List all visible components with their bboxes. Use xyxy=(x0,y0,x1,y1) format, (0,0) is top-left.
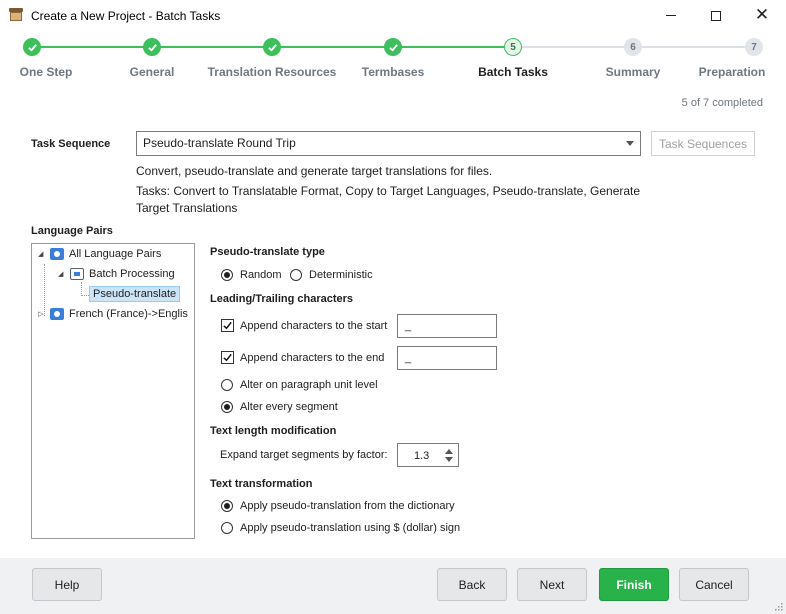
checkmark-icon xyxy=(223,321,232,330)
maximize-button[interactable] xyxy=(693,0,739,31)
tree-item-batch-processing[interactable]: ◢ Batch Processing xyxy=(58,265,175,283)
title-bar: Create a New Project - Batch Tasks ✕ xyxy=(0,0,786,32)
every-segment-radio[interactable] xyxy=(221,401,233,413)
tree-collapse-icon[interactable]: ◢ xyxy=(58,270,66,278)
language-pair-icon xyxy=(50,308,64,320)
close-icon: ✕ xyxy=(754,5,770,25)
expand-factor-stepper[interactable]: 1.3 xyxy=(397,443,459,467)
step-7-number: 7 xyxy=(745,38,763,56)
expand-factor-value[interactable]: 1.3 xyxy=(414,450,429,462)
progress-text: 5 of 7 completed xyxy=(681,97,763,109)
step-1-check-icon[interactable] xyxy=(23,38,41,56)
task-sequences-button[interactable]: Task Sequences xyxy=(651,131,755,156)
tree-connector xyxy=(81,295,89,296)
tree-item-french-english[interactable]: ▷ French (France)->Englis xyxy=(38,305,188,323)
append-end-input[interactable]: _ xyxy=(397,346,497,370)
step-label-termbases[interactable]: Termbases xyxy=(362,65,424,79)
step-label-batch-tasks: Batch Tasks xyxy=(478,65,548,79)
step-5-number: 5 xyxy=(504,38,522,56)
task-sequence-value: Pseudo-translate Round Trip xyxy=(143,136,296,150)
dollar-sign-radio[interactable] xyxy=(221,522,233,534)
task-sequence-label: Task Sequence xyxy=(31,138,111,150)
language-pairs-label: Language Pairs xyxy=(31,225,113,237)
language-pairs-tree: ◢ All Language Pairs ◢ Batch Processing … xyxy=(31,243,195,539)
paragraph-level-radio[interactable] xyxy=(221,379,233,391)
resize-grip-icon[interactable] xyxy=(773,601,783,611)
task-sequence-dropdown[interactable]: Pseudo-translate Round Trip xyxy=(136,131,641,156)
cancel-button[interactable]: Cancel xyxy=(679,568,749,601)
task-list-line-2: Target Translations xyxy=(136,201,238,215)
tree-item-all-language-pairs[interactable]: ◢ All Language Pairs xyxy=(38,245,161,263)
spin-up-icon[interactable] xyxy=(445,449,453,454)
dictionary-label[interactable]: Apply pseudo-translation from the dictio… xyxy=(240,500,455,512)
minimize-button[interactable] xyxy=(648,0,694,31)
deterministic-label[interactable]: Deterministic xyxy=(309,269,373,281)
close-button[interactable]: ✕ xyxy=(739,0,785,31)
step-6-number: 6 xyxy=(624,38,642,56)
finish-button[interactable]: Finish xyxy=(599,568,669,601)
step-label-one-step[interactable]: One Step xyxy=(20,65,73,79)
tree-collapse-icon[interactable]: ◢ xyxy=(38,250,46,258)
back-button[interactable]: Back xyxy=(437,568,507,601)
task-sequence-description: Convert, pseudo-translate and generate t… xyxy=(136,164,493,178)
spin-down-icon[interactable] xyxy=(445,457,453,462)
leading-trailing-heading: Leading/Trailing characters xyxy=(210,293,354,305)
dictionary-radio[interactable] xyxy=(221,500,233,512)
append-end-checkbox[interactable] xyxy=(221,351,234,364)
step-2-check-icon[interactable] xyxy=(143,38,161,56)
tree-item-label-selected: Pseudo-translate xyxy=(89,286,181,302)
tree-item-label: Batch Processing xyxy=(89,268,175,280)
tree-connector xyxy=(81,282,82,296)
text-transformation-heading: Text transformation xyxy=(210,478,313,490)
step-label-preparation: Preparation xyxy=(698,65,766,79)
step-label-translation-resources[interactable]: Translation Resources xyxy=(208,65,337,79)
tree-expand-icon[interactable]: ▷ xyxy=(38,310,46,318)
every-segment-label[interactable]: Alter every segment xyxy=(240,401,338,413)
help-button[interactable]: Help xyxy=(32,568,102,601)
checkmark-icon xyxy=(223,353,232,362)
step-label-summary: Summary xyxy=(605,65,661,79)
pseudo-type-heading: Pseudo-translate type xyxy=(210,246,325,258)
batch-processing-icon xyxy=(70,268,84,280)
next-button[interactable]: Next xyxy=(517,568,587,601)
maximize-icon xyxy=(711,10,721,21)
append-start-label[interactable]: Append characters to the start xyxy=(240,320,387,332)
window-title: Create a New Project - Batch Tasks xyxy=(31,9,221,23)
append-start-checkbox[interactable] xyxy=(221,319,234,332)
dollar-sign-label[interactable]: Apply pseudo-translation using $ (dollar… xyxy=(240,522,460,534)
step-4-check-icon[interactable] xyxy=(384,38,402,56)
append-end-label[interactable]: Append characters to the end xyxy=(240,352,384,364)
random-label[interactable]: Random xyxy=(240,269,282,281)
tree-item-label: French (France)->Englis xyxy=(69,308,188,320)
step-label-general[interactable]: General xyxy=(130,65,175,79)
deterministic-radio[interactable] xyxy=(290,269,302,281)
tree-item-pseudo-translate[interactable]: Pseudo-translate xyxy=(89,285,181,303)
language-pair-icon xyxy=(50,248,64,260)
task-list-line-1: Tasks: Convert to Translatable Format, C… xyxy=(136,184,641,198)
random-radio[interactable] xyxy=(221,269,233,281)
step-3-check-icon[interactable] xyxy=(263,38,281,56)
append-start-input[interactable]: _ xyxy=(397,314,497,338)
tree-item-label: All Language Pairs xyxy=(69,248,162,260)
expand-factor-label: Expand target segments by factor: xyxy=(220,449,388,461)
paragraph-level-label[interactable]: Alter on paragraph unit level xyxy=(240,379,378,391)
minimize-icon xyxy=(666,15,676,16)
chevron-down-icon xyxy=(626,141,634,146)
app-icon xyxy=(9,8,23,22)
text-length-heading: Text length modification xyxy=(210,425,337,437)
